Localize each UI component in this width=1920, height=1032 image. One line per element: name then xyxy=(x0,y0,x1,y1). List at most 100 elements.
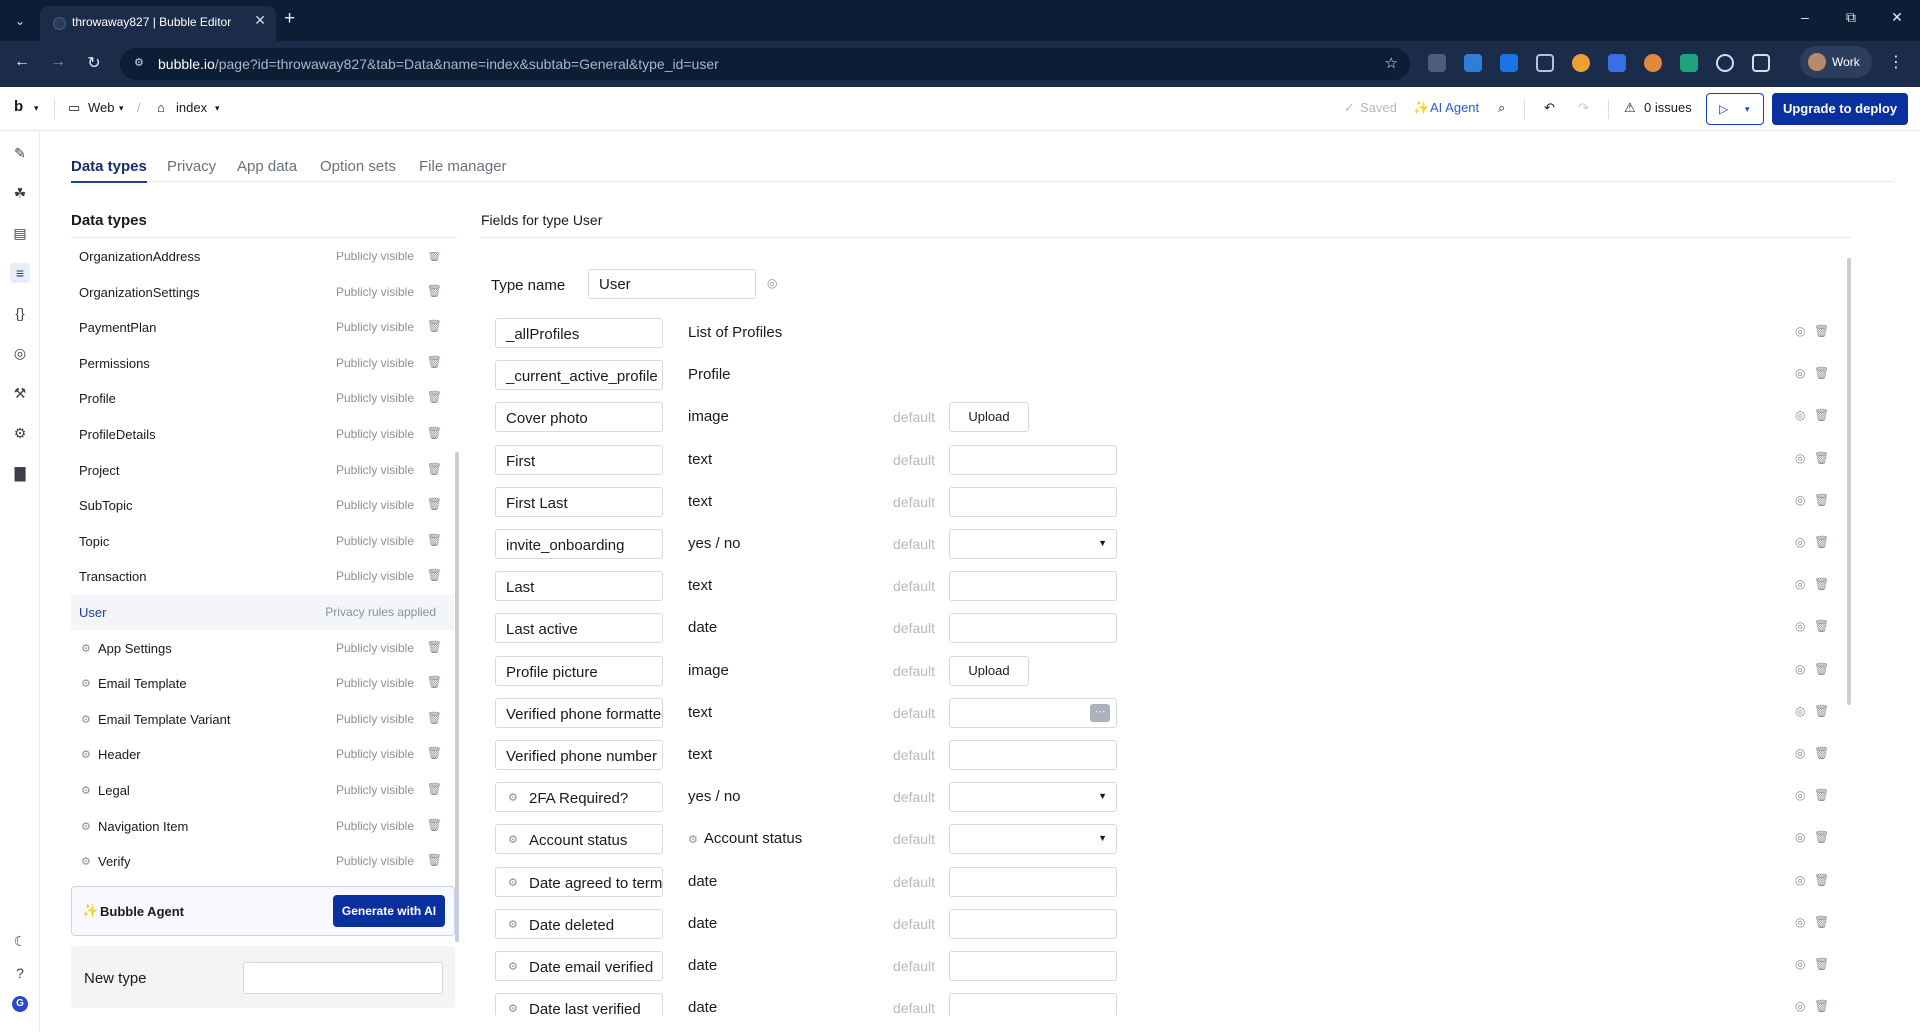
delete-trash-icon[interactable]: 🗑︎ xyxy=(427,853,442,867)
data-type-row-header[interactable]: ⚙ Header Publicly visible 🗑︎ xyxy=(71,737,454,772)
extension-icon[interactable] xyxy=(1680,54,1698,72)
close-window-icon[interactable]: ✕ xyxy=(1882,9,1912,26)
delete-trash-icon[interactable]: 🗑︎ xyxy=(427,782,442,796)
data-type-row-verify[interactable]: ⚙ Verify Publicly visible 🗑︎ xyxy=(71,844,454,879)
extension-icon[interactable] xyxy=(1608,54,1626,72)
data-types-list[interactable]: OrganizationAddress Publicly visible 🗑︎ Org… xyxy=(71,252,458,882)
edit-field-icon[interactable]: ◎ xyxy=(1795,366,1805,380)
new-type-input[interactable] xyxy=(243,962,443,994)
field-name-input[interactable]: ⚙ 2FA Required? xyxy=(495,782,663,813)
edit-field-icon[interactable]: ◎ xyxy=(1795,662,1805,676)
edit-field-icon[interactable]: ◎ xyxy=(1795,873,1805,887)
edit-field-icon[interactable]: ◎ xyxy=(1795,830,1805,844)
tab-privacy[interactable]: Privacy xyxy=(167,158,216,181)
extension-icon[interactable] xyxy=(1716,54,1734,72)
field-name-input[interactable]: First xyxy=(495,444,663,475)
restore-icon[interactable]: ⧉ xyxy=(1836,9,1866,26)
site-info-icon[interactable]: ⚙ xyxy=(134,56,150,72)
default-input[interactable] xyxy=(949,613,1117,644)
globe-icon[interactable]: ◎ xyxy=(10,343,30,363)
edit-field-icon[interactable]: ◎ xyxy=(1795,619,1805,633)
workflow-icon[interactable]: ☘ xyxy=(10,183,30,203)
field-name-input[interactable]: ⚙ Date deleted xyxy=(495,908,663,939)
extension-icon[interactable] xyxy=(1572,54,1590,72)
dark-mode-moon-icon[interactable]: ☾ xyxy=(10,931,30,951)
delete-trash-icon[interactable]: 🗑︎ xyxy=(1814,830,1829,844)
data-type-row-legal[interactable]: ⚙ Legal Publicly visible 🗑︎ xyxy=(71,773,454,808)
delete-trash-icon[interactable]: 🗑︎ xyxy=(1814,493,1829,507)
field-name-input[interactable]: ⚙ Date last verified xyxy=(495,993,663,1015)
extension-icon[interactable] xyxy=(1464,54,1482,72)
type-name-input[interactable] xyxy=(588,269,756,299)
delete-trash-icon[interactable]: 🗑︎ xyxy=(1814,324,1829,338)
default-input[interactable] xyxy=(949,866,1117,897)
close-tab-icon[interactable]: ✕ xyxy=(254,12,266,29)
field-name-input[interactable]: invite_onboarding xyxy=(495,529,663,559)
field-name-input[interactable]: ⚙ Account status xyxy=(495,824,663,855)
data-database-icon[interactable]: ≡ xyxy=(10,263,30,283)
delete-trash-icon[interactable]: 🗑︎ xyxy=(427,355,442,369)
data-type-row-organizationaddress[interactable]: OrganizationAddress Publicly visible 🗑︎ xyxy=(71,252,454,274)
edit-field-icon[interactable]: ◎ xyxy=(1795,324,1805,338)
page-selector[interactable]: index xyxy=(176,100,207,115)
reload-icon[interactable]: ↻ xyxy=(82,53,106,73)
edit-field-icon[interactable]: ◎ xyxy=(1795,915,1805,929)
field-name-input[interactable]: _current_active_profile xyxy=(495,360,663,391)
field-name-input[interactable]: Last active xyxy=(495,613,663,644)
upgrade-to-deploy-button[interactable]: Upgrade to deploy xyxy=(1772,93,1908,125)
delete-trash-icon[interactable]: 🗑︎ xyxy=(1814,451,1829,465)
tab-file-manager[interactable]: File manager xyxy=(419,158,507,181)
browser-tab[interactable]: throwaway827 | Bubble Editor ✕ xyxy=(40,6,276,41)
delete-trash-icon[interactable]: 🗑︎ xyxy=(427,533,442,547)
default-input[interactable] xyxy=(949,951,1117,981)
extension-icon[interactable] xyxy=(1536,54,1554,72)
page-chevron-down-icon[interactable]: ▾ xyxy=(215,103,220,114)
field-name-input[interactable]: Last xyxy=(495,571,663,602)
data-type-row-topic[interactable]: Topic Publicly visible 🗑︎ xyxy=(71,524,454,559)
default-input[interactable]: ⋯ xyxy=(949,697,1117,728)
edit-field-icon[interactable]: ◎ xyxy=(1795,704,1805,718)
more-dots-icon[interactable]: ⋯ xyxy=(1090,703,1110,722)
redo-icon[interactable]: ↷ xyxy=(1578,100,1589,116)
generate-with-ai-button[interactable]: Generate with AI xyxy=(333,895,445,927)
fields-scrollbar[interactable] xyxy=(1847,258,1851,705)
platform-selector[interactable]: Web xyxy=(88,100,115,115)
upload-button[interactable]: Upload xyxy=(949,655,1029,686)
delete-trash-icon[interactable]: 🗑︎ xyxy=(1814,577,1829,591)
delete-trash-icon[interactable]: 🗑︎ xyxy=(1814,788,1829,802)
minimize-icon[interactable]: – xyxy=(1790,9,1820,25)
field-name-input[interactable]: ⚙ Date email verified xyxy=(495,951,663,981)
extension-icon[interactable] xyxy=(1500,54,1518,72)
tab-option-sets[interactable]: Option sets xyxy=(320,158,396,181)
logo-chevron-down-icon[interactable]: ▾ xyxy=(34,103,39,114)
tab-app-data[interactable]: App data xyxy=(237,158,297,181)
data-type-row-transaction[interactable]: Transaction Publicly visible 🗑︎ xyxy=(71,559,454,594)
new-tab-icon[interactable]: + xyxy=(284,8,295,30)
delete-trash-icon[interactable]: 🗑︎ xyxy=(427,497,442,511)
delete-trash-icon[interactable]: 🗑︎ xyxy=(1814,915,1829,929)
default-input[interactable] xyxy=(949,571,1117,602)
data-type-row-paymentplan[interactable]: PaymentPlan Publicly visible 🗑︎ xyxy=(71,310,454,345)
layout-icon[interactable]: ▤ xyxy=(10,223,30,243)
delete-trash-icon[interactable]: 🗑︎ xyxy=(1814,619,1829,633)
delete-trash-icon[interactable]: 🗑︎ xyxy=(1814,704,1829,718)
plugins-icon[interactable]: ⚒ xyxy=(10,383,30,403)
delete-trash-icon[interactable]: 🗑︎ xyxy=(427,675,442,689)
help-icon[interactable]: ? xyxy=(10,963,30,983)
data-types-scrollbar[interactable] xyxy=(455,452,459,942)
delete-trash-icon[interactable]: 🗑︎ xyxy=(427,640,442,654)
default-input[interactable] xyxy=(949,740,1117,770)
styles-braces-icon[interactable]: {} xyxy=(10,303,30,323)
delete-trash-icon[interactable]: 🗑︎ xyxy=(1814,366,1829,380)
extension-icon[interactable] xyxy=(1644,54,1662,72)
edit-field-icon[interactable]: ◎ xyxy=(1795,451,1805,465)
extensions-puzzle-icon[interactable] xyxy=(1752,54,1770,72)
default-input[interactable] xyxy=(949,486,1117,517)
extension-icon[interactable] xyxy=(1428,54,1446,72)
url-text[interactable]: bubble.io/page?id=throwaway827&tab=Data&… xyxy=(158,56,719,72)
delete-trash-icon[interactable]: 🗑︎ xyxy=(427,284,442,298)
default-select[interactable]: ▼ xyxy=(949,529,1117,559)
delete-trash-icon[interactable]: 🗑︎ xyxy=(427,462,442,476)
delete-trash-icon[interactable]: 🗑︎ xyxy=(1814,408,1829,422)
field-name-input[interactable]: ⚙ Date agreed to terms xyxy=(495,866,663,897)
